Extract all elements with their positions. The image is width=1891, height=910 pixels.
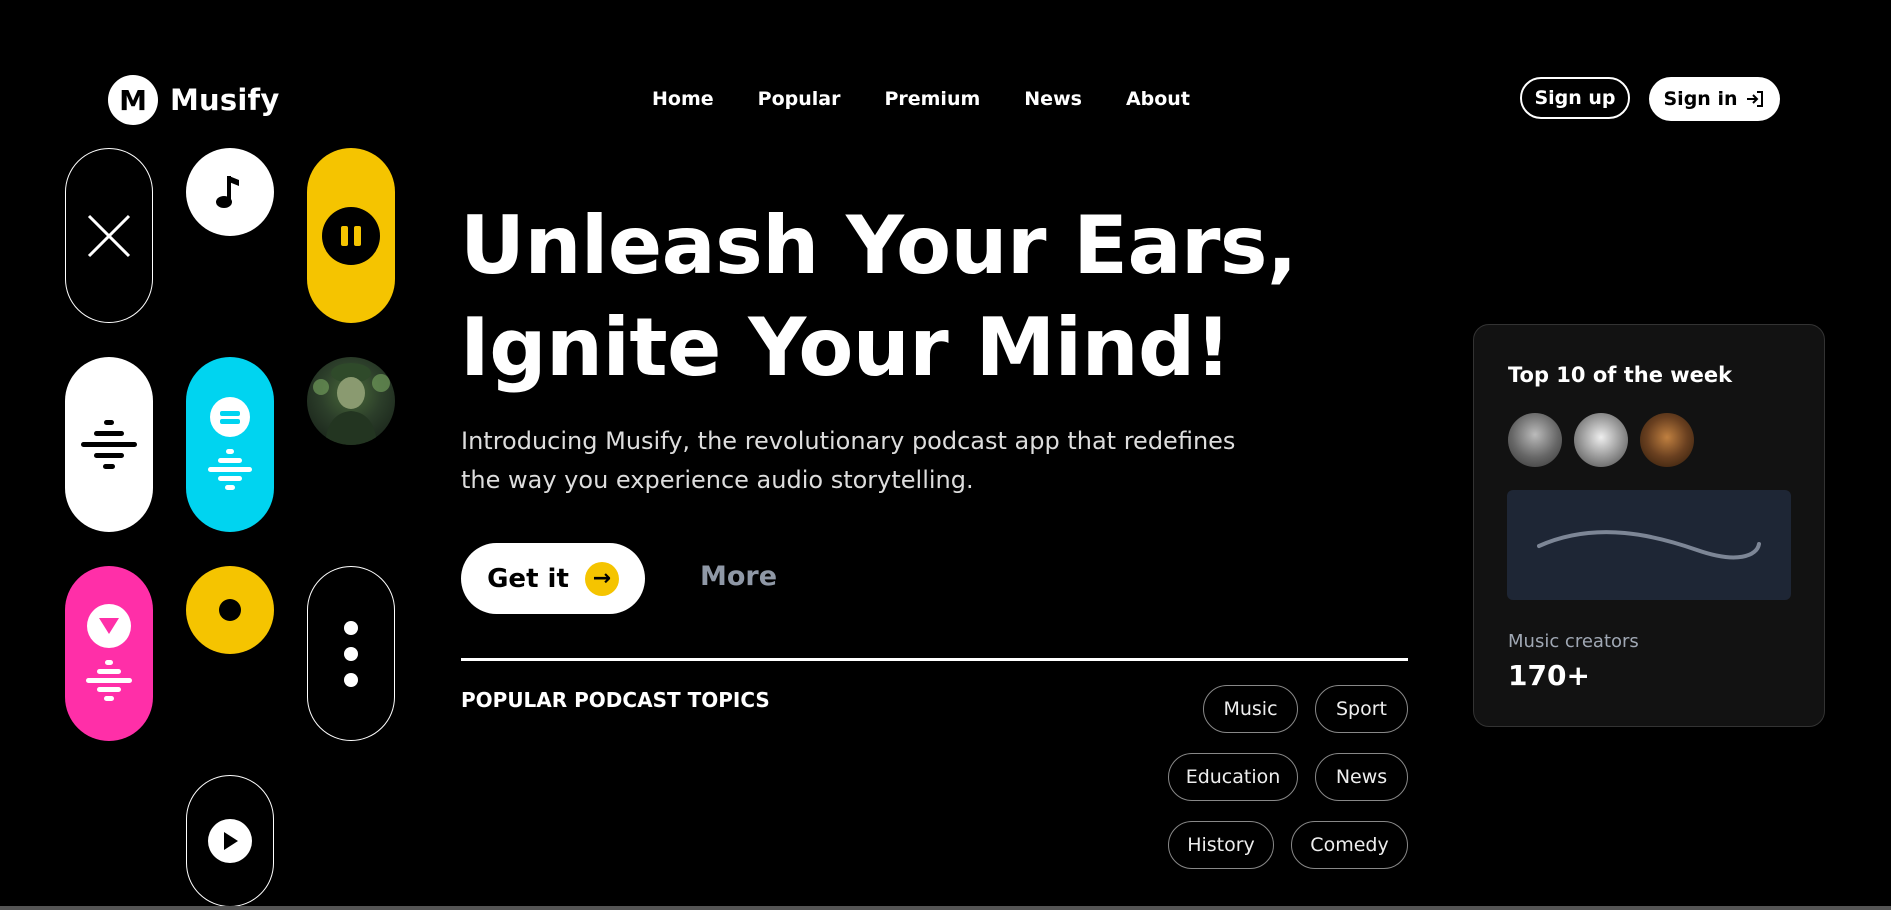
record-icon	[219, 599, 241, 621]
cyan-pill[interactable]	[186, 357, 274, 532]
avatar-anime	[307, 357, 395, 445]
avatar[interactable]	[1574, 413, 1628, 467]
nav-popular[interactable]: Popular	[758, 88, 841, 110]
nav-news[interactable]: News	[1024, 88, 1082, 110]
play-icon	[208, 819, 252, 863]
tag-news[interactable]: News	[1315, 753, 1408, 801]
tag-education[interactable]: Education	[1168, 753, 1298, 801]
wave-icon	[81, 417, 137, 472]
get-it-button[interactable]: Get it →	[461, 543, 645, 614]
more-vertical-icon	[344, 620, 358, 687]
tag-music[interactable]: Music	[1203, 685, 1298, 733]
avatar[interactable]	[1508, 413, 1562, 467]
hero-title-line1: Unleash Your Ears,	[460, 199, 1297, 292]
wave-chart	[1507, 490, 1791, 600]
more-link[interactable]: More	[700, 561, 777, 592]
card-title: Top 10 of the week	[1508, 363, 1733, 387]
main-nav: Home Popular Premium News About	[652, 88, 1190, 110]
heart-pill[interactable]	[65, 566, 153, 741]
hero-title: Unleash Your Ears, Ignite Your Mind!	[460, 195, 1297, 399]
heart-icon	[87, 604, 131, 648]
logo-mark: M	[108, 75, 158, 125]
pause-icon	[322, 206, 380, 265]
music-note-button[interactable]	[186, 148, 274, 236]
nav-premium[interactable]: Premium	[884, 88, 980, 110]
close-pill[interactable]	[65, 148, 153, 323]
sign-in-label: Sign in	[1663, 88, 1738, 110]
divider	[461, 658, 1408, 661]
wave-pill-white[interactable]	[65, 357, 153, 532]
nav-about[interactable]: About	[1126, 88, 1190, 110]
avatar[interactable]	[1640, 413, 1694, 467]
top10-card: Top 10 of the week Music creators 170+	[1473, 324, 1825, 727]
yellow-pause-pill[interactable]	[307, 148, 395, 323]
stat-value: 170+	[1508, 659, 1590, 692]
arrow-right-icon: →	[584, 561, 619, 596]
sign-in-icon	[1747, 91, 1764, 107]
tag-history[interactable]: History	[1168, 821, 1274, 869]
wave-icon	[208, 447, 252, 492]
more-vertical-pill[interactable]	[307, 566, 395, 741]
close-icon	[87, 214, 131, 257]
sign-up-button[interactable]: Sign up	[1520, 77, 1630, 119]
record-button[interactable]	[186, 566, 274, 654]
hero-subtitle: Introducing Musify, the revolutionary po…	[461, 427, 1236, 494]
hero-title-line2: Ignite Your Mind!	[460, 301, 1231, 394]
stat-label: Music creators	[1508, 631, 1639, 652]
wave-icon	[86, 658, 132, 703]
pause-icon	[210, 397, 250, 437]
get-it-label: Get it	[487, 563, 569, 594]
brand-name: Musify	[170, 83, 280, 117]
music-note-icon	[216, 176, 239, 208]
tag-sport[interactable]: Sport	[1315, 685, 1408, 733]
sign-in-button[interactable]: Sign in	[1649, 77, 1780, 121]
play-pill[interactable]	[186, 775, 274, 907]
bottom-divider	[0, 906, 1891, 910]
brand-logo[interactable]: M Musify	[108, 75, 279, 125]
tag-comedy[interactable]: Comedy	[1291, 821, 1408, 869]
nav-home[interactable]: Home	[652, 88, 714, 110]
topics-title: POPULAR PODCAST TOPICS	[461, 688, 770, 712]
